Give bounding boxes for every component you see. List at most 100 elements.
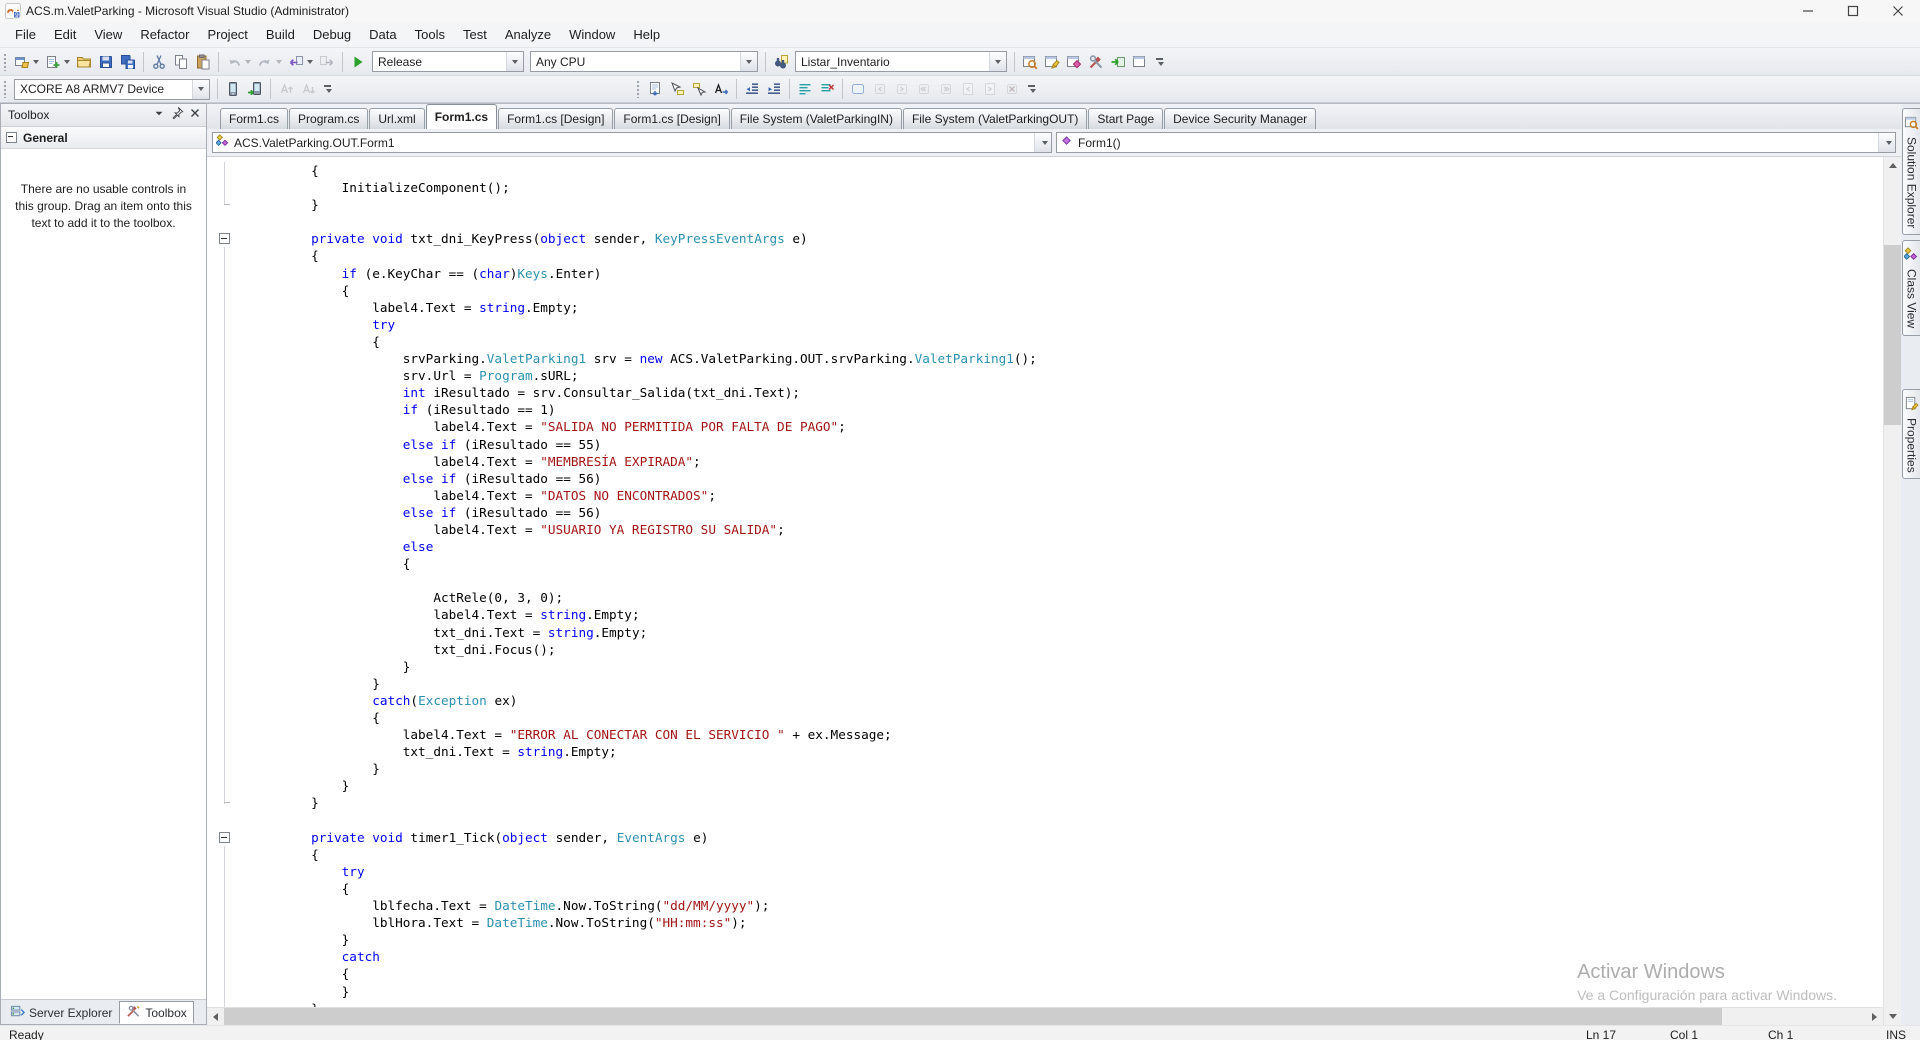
scrollbar-thumb[interactable] bbox=[1884, 245, 1901, 425]
menu-debug[interactable]: Debug bbox=[304, 24, 360, 45]
menu-project[interactable]: Project bbox=[198, 24, 256, 45]
comment-lines-icon[interactable] bbox=[795, 78, 815, 100]
copy-icon[interactable] bbox=[171, 51, 191, 73]
toolbar-overflow-button[interactable] bbox=[323, 85, 332, 93]
save-all-icon[interactable] bbox=[118, 51, 138, 73]
code-line: if (iResultado == 1) bbox=[207, 401, 1883, 418]
bookmark-frame-icon[interactable] bbox=[848, 78, 868, 100]
surround-with-icon[interactable] bbox=[689, 78, 709, 100]
start-page-icon[interactable] bbox=[1108, 51, 1128, 73]
add-new-item-icon[interactable] bbox=[43, 51, 72, 73]
deploy-device-icon[interactable] bbox=[245, 78, 265, 100]
target-device-combobox[interactable]: XCORE A8 ARMV7 Device bbox=[14, 79, 210, 100]
solution-platform-combobox[interactable]: Any CPU bbox=[530, 51, 758, 72]
paste-icon[interactable] bbox=[193, 51, 213, 73]
open-file-icon[interactable] bbox=[74, 51, 94, 73]
chevron-down-icon[interactable] bbox=[192, 80, 209, 99]
horizontal-scrollbar[interactable] bbox=[207, 1007, 1883, 1025]
menu-file[interactable]: File bbox=[6, 24, 45, 45]
document-tab[interactable]: Device Security Manager bbox=[1164, 108, 1316, 129]
decrease-indent-icon[interactable] bbox=[742, 78, 762, 100]
display-source-icon[interactable] bbox=[645, 78, 665, 100]
menu-build[interactable]: Build bbox=[257, 24, 304, 45]
scroll-left-icon[interactable] bbox=[207, 1008, 224, 1025]
minimize-button[interactable] bbox=[1785, 0, 1830, 22]
code-line: InitializeComponent(); bbox=[207, 179, 1883, 196]
menu-window[interactable]: Window bbox=[560, 24, 624, 45]
members-combobox[interactable]: Form1() bbox=[1056, 132, 1896, 153]
tool-window-tab-toolbox[interactable]: Toolbox bbox=[119, 1001, 193, 1024]
menu-data[interactable]: Data bbox=[360, 24, 405, 45]
document-tab[interactable]: Start Page bbox=[1088, 108, 1163, 129]
navigate-backward-icon[interactable] bbox=[286, 51, 315, 73]
new-project-icon[interactable] bbox=[12, 51, 41, 73]
menu-view[interactable]: View bbox=[85, 24, 131, 45]
solution-explorer-icon[interactable] bbox=[1020, 51, 1040, 73]
menu-edit[interactable]: Edit bbox=[45, 24, 85, 45]
menu-help[interactable]: Help bbox=[624, 24, 669, 45]
toolbox-group-general[interactable]: General bbox=[1, 127, 206, 149]
fold-collapse-icon[interactable] bbox=[217, 230, 237, 247]
side-tab-properties[interactable]: Properties bbox=[1902, 389, 1920, 480]
chevron-down-icon[interactable] bbox=[1034, 133, 1051, 152]
fold-collapse-icon[interactable] bbox=[217, 829, 237, 846]
code-editor[interactable]: { InitializeComponent(); } private void … bbox=[207, 157, 1883, 1007]
document-tab[interactable]: Form1.cs bbox=[426, 104, 497, 129]
font-transform-icon[interactable] bbox=[711, 78, 731, 100]
document-tab[interactable]: Form1.cs bbox=[220, 108, 288, 129]
fold-margin bbox=[217, 538, 237, 555]
menu-test[interactable]: Test bbox=[454, 24, 496, 45]
document-tab[interactable]: Program.cs bbox=[289, 108, 368, 129]
find-combobox[interactable]: Listar_Inventario bbox=[795, 51, 1007, 72]
pin-icon[interactable] bbox=[170, 106, 184, 125]
toolbox-window-icon[interactable] bbox=[1086, 51, 1106, 73]
target-device-icon[interactable] bbox=[223, 78, 243, 100]
side-tab-class-view[interactable]: Class View bbox=[1902, 240, 1920, 335]
code-line: catch(Exception ex) bbox=[207, 692, 1883, 709]
insert-snippet-icon[interactable] bbox=[667, 78, 687, 100]
increase-indent-icon[interactable] bbox=[764, 78, 784, 100]
scroll-right-icon[interactable] bbox=[1866, 1008, 1883, 1025]
code-line: label4.Text = "USUARIO YA REGISTRO SU SA… bbox=[207, 521, 1883, 538]
scroll-up-icon[interactable] bbox=[1884, 157, 1901, 174]
scrollbar-thumb[interactable] bbox=[224, 1008, 1722, 1025]
toolbar-overflow-button[interactable] bbox=[1027, 85, 1036, 93]
toolbar-overflow-button[interactable] bbox=[1155, 58, 1164, 66]
solution-configuration-combobox[interactable]: Release bbox=[372, 51, 524, 72]
find-in-files-icon[interactable] bbox=[771, 51, 791, 73]
menu-tools[interactable]: Tools bbox=[406, 24, 454, 45]
maximize-button[interactable] bbox=[1830, 0, 1875, 22]
start-debugging-icon[interactable] bbox=[348, 51, 368, 73]
object-browser-icon[interactable] bbox=[1064, 51, 1084, 73]
document-tab[interactable]: Url.xml bbox=[369, 108, 424, 129]
toolbar-grip[interactable] bbox=[3, 53, 7, 71]
document-tab[interactable]: File System (ValetParkingIN) bbox=[731, 108, 902, 129]
uncomment-lines-icon[interactable] bbox=[817, 78, 837, 100]
code-line: { bbox=[207, 247, 1883, 264]
close-icon[interactable] bbox=[188, 106, 202, 125]
menu-refactor[interactable]: Refactor bbox=[131, 24, 198, 45]
chevron-down-icon[interactable] bbox=[989, 52, 1006, 71]
chevron-down-icon[interactable] bbox=[740, 52, 757, 71]
tool-window-tab-server-explorer[interactable]: Server Explorer bbox=[3, 1001, 119, 1024]
toolbox-header[interactable]: Toolbox bbox=[1, 104, 206, 127]
cut-icon[interactable] bbox=[149, 51, 169, 73]
vertical-scrollbar[interactable] bbox=[1883, 157, 1901, 1025]
window-position-icon[interactable] bbox=[152, 106, 166, 125]
side-tab-solution-explorer[interactable]: Solution Explorer bbox=[1902, 108, 1920, 235]
collapse-icon[interactable] bbox=[6, 132, 17, 143]
scroll-down-icon[interactable] bbox=[1884, 1008, 1901, 1025]
chevron-down-icon[interactable] bbox=[1878, 133, 1895, 152]
toolbar-grip[interactable] bbox=[636, 80, 640, 98]
chevron-down-icon[interactable] bbox=[506, 52, 523, 71]
properties-window-icon[interactable] bbox=[1042, 51, 1062, 73]
menu-analyze[interactable]: Analyze bbox=[496, 24, 560, 45]
document-tab[interactable]: File System (ValetParkingOUT) bbox=[903, 108, 1087, 129]
document-tab[interactable]: Form1.cs [Design] bbox=[498, 108, 613, 129]
close-button[interactable] bbox=[1875, 0, 1920, 22]
save-icon[interactable] bbox=[96, 51, 116, 73]
extra-window-icon[interactable] bbox=[1130, 51, 1150, 73]
document-tab[interactable]: Form1.cs [Design] bbox=[614, 108, 729, 129]
types-combobox[interactable]: ACS.ValetParking.OUT.Form1 bbox=[212, 132, 1052, 153]
toolbar-grip[interactable] bbox=[3, 80, 7, 98]
